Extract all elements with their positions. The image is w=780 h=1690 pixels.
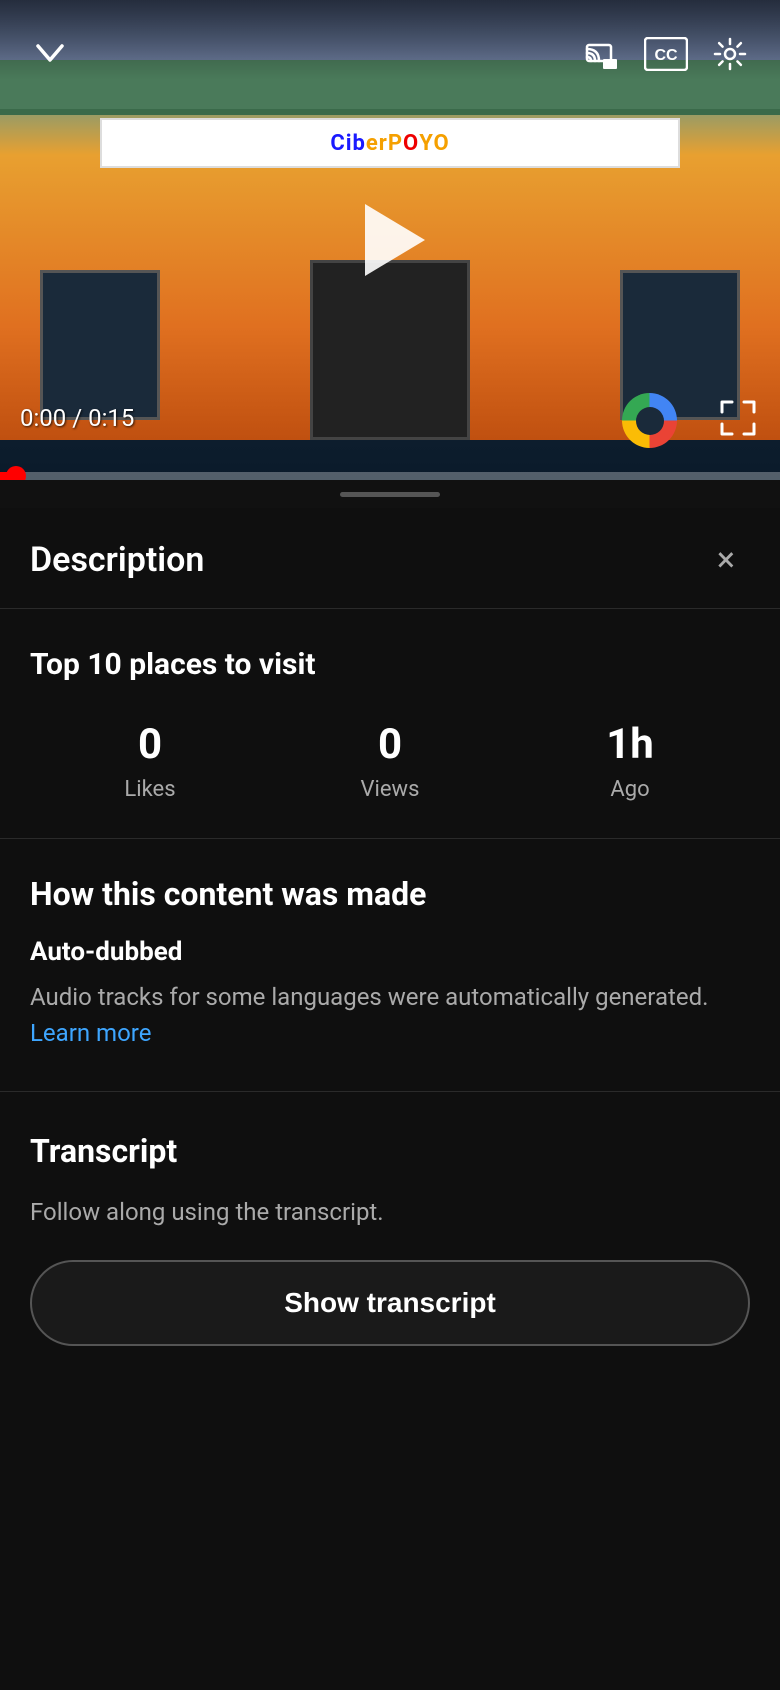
likes-label: Likes <box>124 777 175 802</box>
description-header: Description × <box>0 508 780 609</box>
play-button[interactable] <box>350 200 430 280</box>
video-top-controls: CC <box>0 0 780 80</box>
auto-dubbed-title: Auto-dubbed <box>30 937 750 967</box>
show-transcript-button[interactable]: Show transcript <box>30 1260 750 1346</box>
views-label: Views <box>361 777 420 802</box>
fullscreen-button[interactable] <box>716 396 760 440</box>
captions-button[interactable]: CC <box>640 28 692 80</box>
video-title: Top 10 places to visit <box>30 645 750 684</box>
content-made-title: How this content was made <box>30 875 750 913</box>
settings-button[interactable] <box>704 28 756 80</box>
ago-stat: 1h Ago <box>510 720 750 802</box>
drag-handle[interactable] <box>0 480 780 508</box>
description-title: Description <box>30 540 204 580</box>
progress-bar[interactable] <box>0 472 780 480</box>
content-area: Description × Top 10 places to visit 0 L… <box>0 508 780 1690</box>
video-player[interactable]: CiberPOYO <box>0 0 780 480</box>
ago-value: 1h <box>606 720 654 769</box>
auto-dubbed-description: Audio tracks for some languages were aut… <box>30 979 750 1051</box>
video-title-section: Top 10 places to visit <box>0 609 780 700</box>
stats-row: 0 Likes 0 Views 1h Ago <box>0 700 780 838</box>
likes-stat: 0 Likes <box>30 720 270 802</box>
views-value: 0 <box>378 720 402 769</box>
progress-dot <box>6 466 26 480</box>
progress-filled <box>0 472 16 480</box>
transcript-section: Transcript Follow along using the transc… <box>0 1092 780 1376</box>
time-display: 0:00 / 0:15 <box>20 404 134 432</box>
transcript-description: Follow along using the transcript. <box>30 1194 750 1230</box>
content-made-section: How this content was made Auto-dubbed Au… <box>0 839 780 1051</box>
cast-button[interactable] <box>576 28 628 80</box>
ago-label: Ago <box>610 777 649 802</box>
drag-handle-bar <box>340 492 440 497</box>
transcript-title: Transcript <box>30 1132 750 1170</box>
learn-more-link[interactable]: Learn more <box>30 1019 151 1047</box>
top-right-controls: CC <box>576 28 756 80</box>
close-button[interactable]: × <box>702 536 750 584</box>
views-stat: 0 Views <box>270 720 510 802</box>
svg-text:CC: CC <box>654 47 678 64</box>
likes-value: 0 <box>138 720 162 769</box>
back-button[interactable] <box>24 28 76 80</box>
video-bottom-bar: 0:00 / 0:15 <box>0 396 780 440</box>
